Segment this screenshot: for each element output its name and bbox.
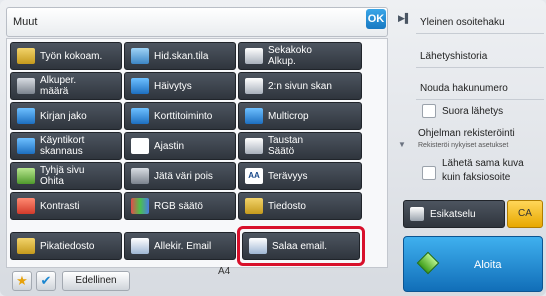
settings-header: Muut xyxy=(6,7,388,37)
page-title: Muut xyxy=(13,16,38,28)
button-label: Taustan Säätö xyxy=(268,135,304,157)
selection-highlight xyxy=(237,226,365,266)
two-page-scan-button[interactable]: 2:n sivun skan xyxy=(238,72,362,100)
business-card-scan-button[interactable]: Käyntikort skannaus xyxy=(10,132,122,160)
button-label: Käyntikort skannaus xyxy=(40,135,85,157)
paper-size-label: A4 xyxy=(218,266,231,277)
rgb-adjust-button[interactable]: RGB säätö xyxy=(124,192,236,220)
erase-icon xyxy=(131,78,149,94)
button-label: Terävyys xyxy=(268,170,308,182)
button-label: Korttitoiminto xyxy=(154,110,213,122)
button-label: Tiedosto xyxy=(268,200,306,212)
button-label: Ajastin xyxy=(154,140,185,152)
card-icon xyxy=(131,108,149,124)
button-label: Pikatiedosto xyxy=(40,240,95,252)
quick-file-button[interactable]: Pikatiedosto xyxy=(10,232,122,260)
star-icon[interactable]: ★ xyxy=(12,271,32,291)
button-label: Jätä väri pois xyxy=(154,170,213,182)
direct-send-label: Suora lähetys xyxy=(442,106,504,117)
program-register-sub-label: Rekisteröi nykyiset asetukset xyxy=(418,142,509,149)
program-register-label[interactable]: Ohjelman rekisteröinti xyxy=(418,128,515,140)
global-address-search[interactable]: Yleinen osoitehaku xyxy=(416,12,544,34)
button-label: Allekir. Email xyxy=(154,240,212,252)
original-count-icon xyxy=(17,78,35,94)
direct-send-checkbox[interactable] xyxy=(422,104,436,118)
two-page-scan-icon xyxy=(245,78,263,94)
contrast-button[interactable]: Kontrasti xyxy=(10,192,122,220)
file-icon xyxy=(245,198,263,214)
button-label: RGB säätö xyxy=(154,200,203,212)
mixed-size-original-button[interactable]: Sekakoko Alkup. xyxy=(238,42,362,70)
ca-button[interactable]: CA xyxy=(507,200,543,228)
blank-page-icon xyxy=(17,168,35,184)
preview-button[interactable]: Esikatselu xyxy=(403,200,505,228)
multicrop-button[interactable]: Multicrop xyxy=(238,102,362,130)
contrast-icon xyxy=(17,198,35,214)
slow-scan-icon xyxy=(131,48,149,64)
file-button[interactable]: Tiedosto xyxy=(238,192,362,220)
mixed-size-icon xyxy=(245,48,263,64)
timer-button[interactable]: Ajastin xyxy=(124,132,236,160)
rgb-adjust-icon xyxy=(131,198,149,214)
button-label: Häivytys xyxy=(154,80,192,92)
blank-page-skip-button[interactable]: Tyhjä sivu Ohita xyxy=(10,162,122,190)
book-divide-icon xyxy=(17,108,35,124)
start-label: Aloita xyxy=(474,259,502,271)
button-label: Multicrop xyxy=(268,110,309,122)
slow-scan-button[interactable]: Hid.skan.tila xyxy=(124,42,236,70)
erase-button[interactable]: Häivytys xyxy=(124,72,236,100)
collapse-arrow-icon[interactable]: ▶▌ xyxy=(398,13,411,24)
button-label: Kontrasti xyxy=(40,200,80,212)
preview-label: Esikatselu xyxy=(430,208,476,220)
color-omit-button[interactable]: Jätä väri pois xyxy=(124,162,236,190)
scroll-down-icon[interactable]: ▼ xyxy=(398,140,406,149)
sharpness-icon: AA xyxy=(245,168,263,184)
card-function-button[interactable]: Korttitoiminto xyxy=(124,102,236,130)
button-label: Kirjan jako xyxy=(40,110,87,122)
preview-icon xyxy=(410,207,424,221)
same-image-fax-label-2: kuin faksiosoite xyxy=(442,172,511,183)
same-image-fax-label-1: Lähetä sama kuva xyxy=(442,158,524,169)
document-stack-icon xyxy=(17,48,35,64)
background-adjust-button[interactable]: Taustan Säätö xyxy=(238,132,362,160)
original-count-button[interactable]: Alkuper. määrä xyxy=(10,72,122,100)
signed-email-icon xyxy=(131,238,149,254)
sharpness-button[interactable]: AA Terävyys xyxy=(238,162,362,190)
signed-email-button[interactable]: Allekir. Email xyxy=(124,232,236,260)
color-omit-icon xyxy=(131,168,149,184)
button-label: Tyhjä sivu Ohita xyxy=(40,165,85,187)
clock-icon xyxy=(131,138,149,154)
same-image-fax-checkbox[interactable] xyxy=(422,166,436,180)
button-label: 2:n sivun skan xyxy=(268,80,332,92)
button-label: Sekakoko Alkup. xyxy=(268,45,312,67)
retrieve-search-number[interactable]: Nouda hakunumero xyxy=(416,78,544,100)
multicrop-icon xyxy=(245,108,263,124)
button-label: Hid.skan.tila xyxy=(154,50,209,62)
start-icon xyxy=(416,251,440,275)
business-card-icon xyxy=(17,138,35,154)
start-button[interactable]: Aloita xyxy=(403,236,543,292)
previous-button[interactable]: Edellinen xyxy=(62,271,130,291)
button-label: Työn kokoam. xyxy=(40,50,103,62)
checkmark-icon[interactable]: ✔ xyxy=(36,271,56,291)
send-history[interactable]: Lähetyshistoria xyxy=(416,46,544,68)
job-build-button[interactable]: Työn kokoam. xyxy=(10,42,122,70)
ok-button[interactable]: OK xyxy=(366,9,386,29)
book-divide-button[interactable]: Kirjan jako xyxy=(10,102,122,130)
background-adjust-icon xyxy=(245,138,263,154)
quick-file-icon xyxy=(17,238,35,254)
button-label: Alkuper. määrä xyxy=(40,75,77,97)
